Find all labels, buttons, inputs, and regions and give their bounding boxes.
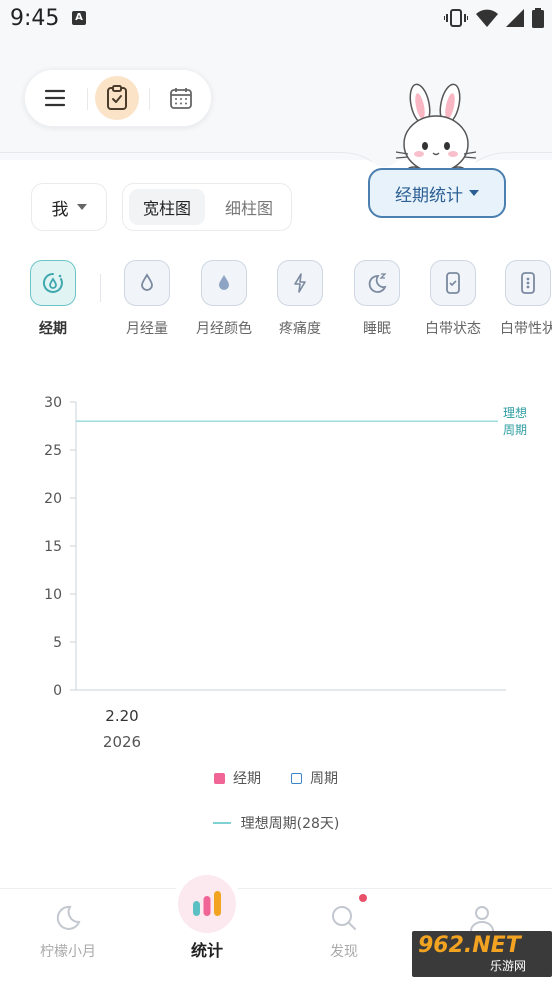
category-sleep[interactable]: 睡眠 — [342, 260, 412, 338]
moon-sleep-icon — [354, 260, 400, 306]
nav-label: 发现 — [330, 944, 358, 960]
category-tabs: 经期 月经量 月经颜色 疼痛度 睡眠 白带状态 白带性状 — [0, 260, 552, 340]
nav-stats[interactable]: 统计 — [157, 929, 257, 961]
ideal-cycle-legend: 理想周期(28天) — [0, 811, 552, 835]
nav-home[interactable]: 柠檬小月 — [18, 903, 118, 961]
y-tick-label: 30 — [44, 395, 62, 411]
notification-icon: A — [72, 11, 86, 25]
period-stats-chart: 0 5 10 15 20 25 30 理想周期 2.20 2026 — [44, 395, 527, 751]
legend-swatch-cycle — [291, 772, 302, 784]
drop-icon — [124, 260, 170, 306]
legend-label-period: 经期 — [233, 771, 261, 787]
nav-label: 统计 — [190, 941, 223, 960]
clipboard-check-icon — [107, 85, 127, 110]
user-icon — [470, 906, 494, 932]
y-tick-label: 15 — [44, 539, 62, 555]
category-label: 月经颜色 — [196, 321, 252, 337]
calendar-button[interactable] — [159, 76, 203, 120]
lightning-icon — [277, 260, 323, 306]
chevron-down-icon — [76, 204, 87, 210]
nav-label: 柠檬小月 — [40, 944, 96, 960]
x-tick-sublabel: 2026 — [103, 733, 141, 751]
toolbar-divider — [149, 88, 150, 110]
person-select-label: 我 — [51, 199, 69, 220]
category-pain[interactable]: 疼痛度 — [265, 260, 335, 338]
dots-card-icon — [505, 260, 551, 306]
y-tick-label: 25 — [44, 443, 62, 459]
toolbar-divider — [87, 88, 88, 110]
legend-cycle[interactable]: 周期 — [291, 766, 338, 790]
calendar-icon — [170, 88, 192, 109]
status-time: 9:45 — [10, 6, 60, 31]
category-label: 睡眠 — [363, 321, 391, 337]
notification-dot — [359, 894, 367, 902]
vibrate-icon — [444, 9, 468, 27]
category-flow[interactable]: 月经量 — [112, 260, 182, 338]
category-label: 经期 — [39, 321, 67, 337]
battery-icon — [532, 8, 544, 28]
category-label: 疼痛度 — [279, 321, 321, 337]
watermark-logo: 962.NET 乐游网 — [412, 931, 552, 977]
watermark-logo-text: 962.NET — [418, 933, 521, 958]
signal-icon — [506, 9, 524, 27]
category-divider — [100, 274, 101, 302]
category-label: 白带性状 — [500, 321, 552, 337]
legend-period[interactable]: 经期 — [214, 766, 261, 790]
legend-swatch-ideal — [212, 822, 231, 824]
y-tick-label: 0 — [53, 683, 62, 699]
category-label: 白带状态 — [425, 321, 481, 337]
check-card-icon — [430, 260, 476, 306]
y-tick-label: 20 — [44, 491, 62, 507]
rabbit-mascot-icon — [395, 83, 477, 178]
view-toolbar — [24, 69, 212, 127]
record-button[interactable] — [95, 76, 139, 120]
legend-label-cycle: 周期 — [310, 771, 338, 787]
y-tick-label: 10 — [44, 587, 62, 603]
legend-label-ideal: 理想周期(28天) — [240, 816, 340, 832]
category-discharge-texture[interactable]: 白带性状 — [493, 260, 552, 338]
watermark-sub-text: 乐游网 — [490, 959, 527, 973]
category-discharge-status[interactable]: 白带状态 — [418, 260, 488, 338]
category-period[interactable]: 经期 — [18, 260, 88, 338]
person-select[interactable]: 我 — [31, 183, 107, 231]
category-color[interactable]: 月经颜色 — [189, 260, 259, 338]
stats-nav-button[interactable] — [178, 875, 236, 933]
chevron-down-icon — [469, 190, 479, 196]
category-label: 月经量 — [126, 321, 168, 337]
chart-type-toggle: 宽柱图 细柱图 — [122, 183, 292, 231]
y-tick-label: 5 — [53, 635, 62, 651]
stats-type-dropdown[interactable]: 经期统计 — [368, 168, 506, 218]
bar-chart-icon — [193, 891, 221, 916]
ideal-cycle-label: 周期 — [503, 423, 527, 437]
chart-type-wide[interactable]: 宽柱图 — [129, 189, 205, 225]
menu-button[interactable] — [33, 76, 77, 120]
ideal-cycle-label: 理想 — [503, 405, 527, 420]
period-drop-icon — [30, 260, 76, 306]
nav-discover[interactable]: 发现 — [294, 903, 394, 961]
system-icons — [444, 8, 544, 28]
x-tick-label: 2.20 — [105, 707, 138, 725]
legend-swatch-period — [214, 772, 225, 784]
menu-icon — [44, 89, 66, 107]
stats-type-label: 经期统计 — [395, 185, 463, 206]
drop-filled-icon — [201, 260, 247, 306]
wifi-icon — [476, 9, 498, 27]
chart-legend: 经期 周期 — [0, 766, 552, 790]
search-icon — [332, 906, 356, 930]
status-bar: 9:45 A — [0, 0, 552, 40]
moon-icon — [56, 905, 81, 930]
chart-type-thin[interactable]: 细柱图 — [211, 189, 287, 225]
